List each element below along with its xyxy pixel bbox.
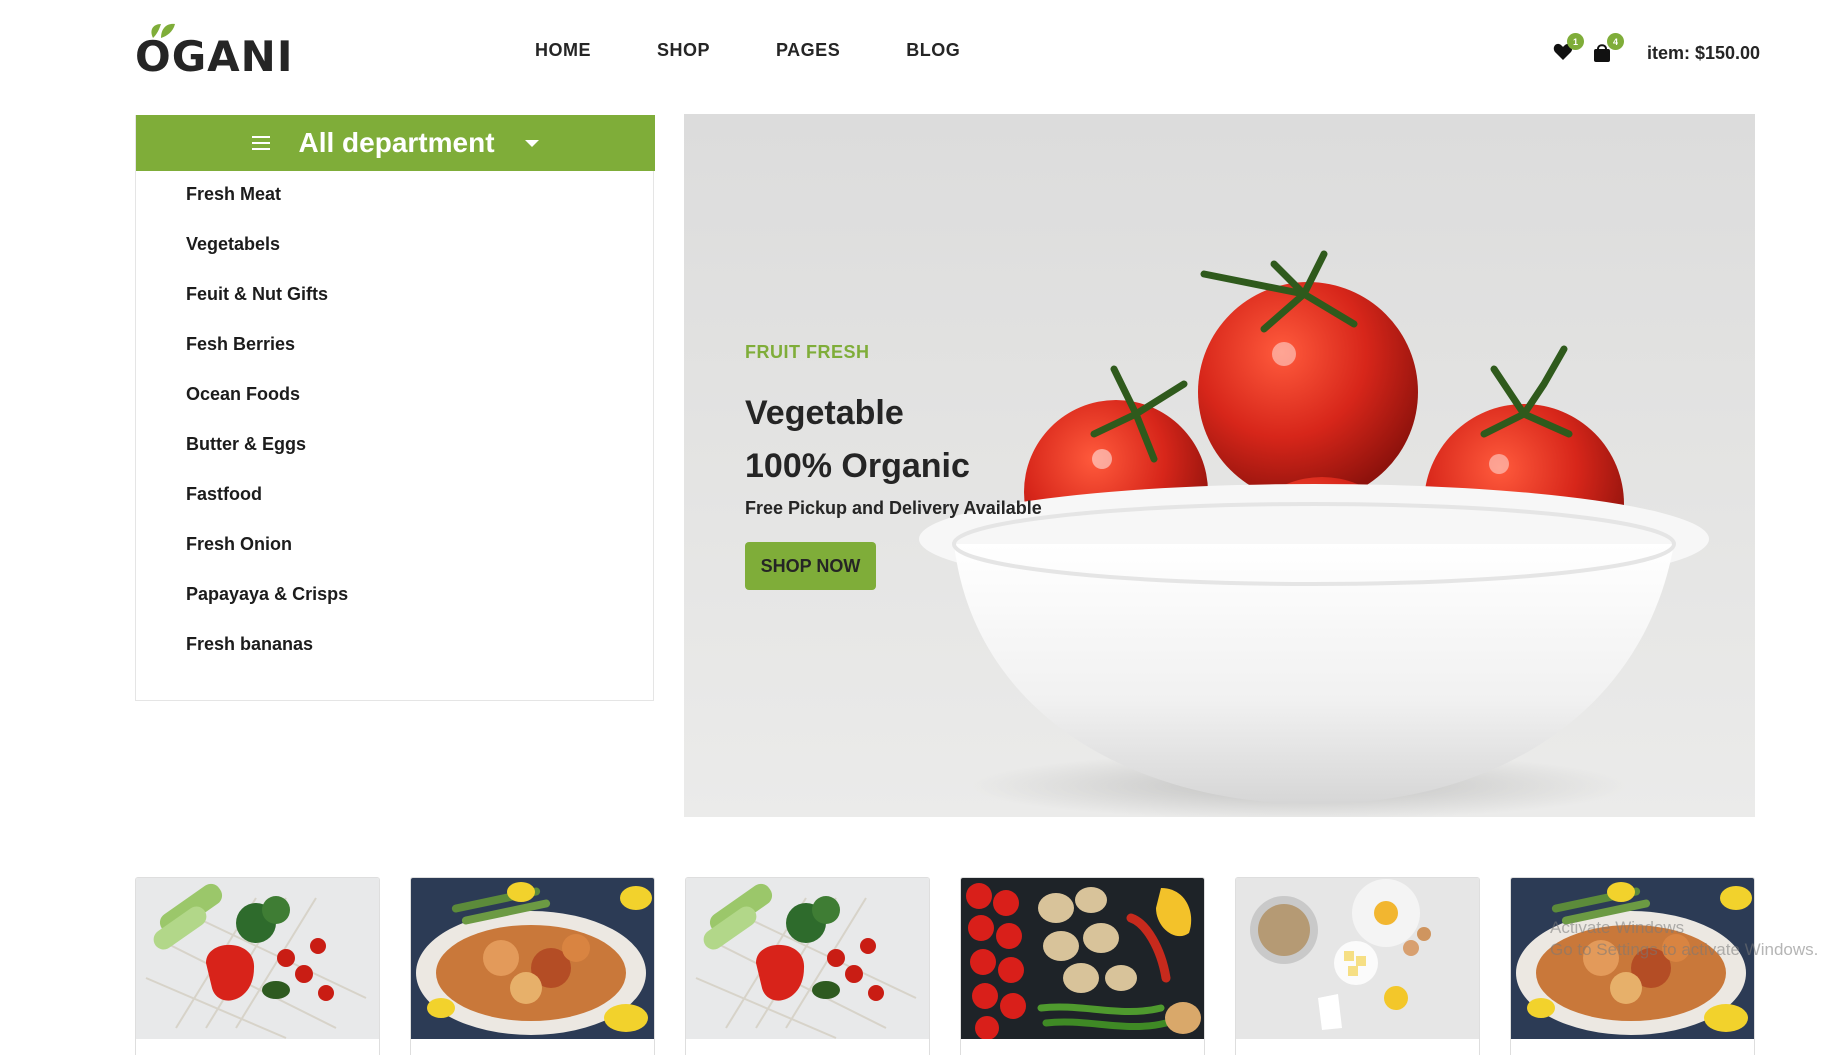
logo[interactable]: OGANI (135, 20, 292, 81)
departments-toggle[interactable]: All department (136, 115, 655, 171)
caret-down-icon (524, 139, 539, 147)
department-item[interactable]: Fastfood (136, 471, 655, 521)
cart-badge: 4 (1607, 33, 1624, 50)
department-item[interactable]: Fresh Meat (136, 171, 655, 221)
activate-windows-watermark: Activate Windows Go to Settings to activ… (1550, 917, 1818, 961)
category-card[interactable] (960, 877, 1205, 1055)
category-card[interactable] (410, 877, 655, 1055)
wishlist-button[interactable]: 1 (1553, 33, 1584, 65)
nav-blog[interactable]: BLOG (906, 40, 960, 66)
department-item[interactable]: Fresh Onion (136, 521, 655, 571)
hero-subtitle: Free Pickup and Delivery Available (745, 498, 1042, 518)
header-actions: 1 4 item: $150.00 (1553, 33, 1761, 71)
baking-ingredients-image (1236, 878, 1479, 1039)
category-card[interactable] (135, 877, 380, 1055)
department-item[interactable]: Fresh bananas (136, 621, 655, 671)
wishlist-badge: 1 (1567, 33, 1584, 50)
menu-icon (252, 136, 271, 150)
category-carousel (135, 877, 1755, 1055)
department-item[interactable]: Ocean Foods (136, 371, 655, 421)
departments-panel: All department Fresh Meat Vegetabels Feu… (135, 115, 655, 701)
shop-now-button[interactable]: SHOP NOW (745, 542, 876, 590)
nav-pages[interactable]: PAGES (776, 40, 840, 66)
department-item[interactable]: Feuit & Nut Gifts (136, 271, 655, 321)
category-card[interactable] (685, 877, 930, 1055)
cart-total: item: $150.00 (1647, 42, 1761, 63)
department-item[interactable]: Papayaya & Crisps (136, 571, 655, 621)
departments-title: All department (298, 127, 495, 158)
logo-text: OGANI (135, 32, 294, 81)
department-item[interactable]: Butter & Eggs (136, 421, 655, 471)
departments-list: Fresh Meat Vegetabels Feuit & Nut Gifts … (136, 171, 655, 671)
category-card[interactable] (1510, 877, 1755, 1055)
hero-eyebrow: FRUIT FRESH (745, 342, 870, 362)
department-item[interactable]: Fesh Berries (136, 321, 655, 371)
main-nav: HOME SHOP PAGES BLOG (535, 40, 1026, 66)
seafood-platter-image (411, 878, 654, 1039)
vegetables-image (136, 878, 379, 1039)
category-card[interactable] (1235, 877, 1480, 1055)
nav-shop[interactable]: SHOP (657, 40, 710, 66)
department-item[interactable]: Vegetabels (136, 221, 655, 271)
hero-title: Vegetable 100% Organic (745, 387, 1105, 493)
hero-title-line1: Vegetable (745, 394, 904, 432)
hero-banner: FRUIT FRESH Vegetable 100% Organic Free … (684, 114, 1755, 817)
tomatoes-mushrooms-image (961, 878, 1204, 1039)
nav-home[interactable]: HOME (535, 40, 591, 66)
cart-button[interactable]: 4 (1593, 33, 1624, 65)
hero-title-line2: 100% Organic (745, 447, 970, 485)
watermark-line2: Go to Settings to activate Windows. (1550, 940, 1819, 959)
vegetables-image (686, 878, 929, 1039)
watermark-line1: Activate Windows (1550, 918, 1685, 937)
